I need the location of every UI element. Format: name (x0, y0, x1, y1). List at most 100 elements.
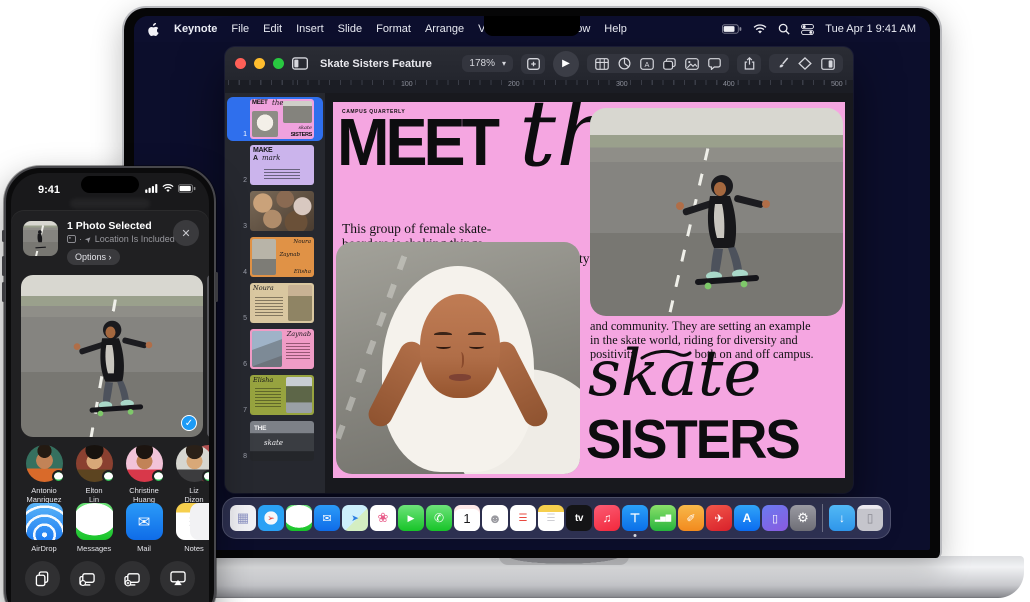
menu-item[interactable]: Insert (296, 23, 324, 35)
close-window-button[interactable] (235, 58, 246, 69)
slide-headline-sisters[interactable]: SISTERS (586, 412, 799, 467)
media-icon[interactable] (685, 58, 699, 70)
dock-app-icon[interactable]: ☻ (482, 505, 508, 531)
menu-item[interactable]: Arrange (425, 23, 464, 35)
slide-thumbnail-7[interactable]: 7 Elisha (225, 373, 325, 417)
dock-app-glyph: 1 (463, 511, 470, 526)
dock-app-icon[interactable]: ♫ (594, 505, 620, 531)
apple-logo-icon[interactable] (148, 22, 160, 36)
share-contact[interactable]: ChristineHuang (123, 445, 165, 505)
menu-item[interactable]: Help (604, 23, 627, 35)
share-app[interactable]: Messages (73, 503, 115, 553)
dock-app-icon[interactable]: ➢ (258, 505, 284, 531)
insert-toolbar-group: A (587, 54, 729, 73)
slide-1-editor[interactable]: CAMPUS QUARTERLY MEET the This group of … (333, 102, 845, 478)
dock-app-icon[interactable]: ✐ (678, 505, 704, 531)
document-icon[interactable] (821, 58, 835, 70)
zoom-level-control[interactable]: 178% ▾ (462, 55, 513, 72)
menu-app-name[interactable]: Keynote (174, 23, 217, 35)
slide-headline-skate[interactable]: skate (588, 342, 761, 406)
dock-app-icon[interactable] (286, 505, 312, 531)
slide-thumbnail-2[interactable]: 2 MAKE A mark (225, 143, 325, 187)
macos-desktop: Keynote File Edit Insert Slide Format Arrange… (134, 16, 930, 550)
window-titlebar: Skate Sisters Feature 178% ▾ ▶ A (225, 47, 853, 80)
share-contact[interactable]: EltonLin (73, 445, 115, 505)
slide-thumbnail-3[interactable]: 3 (225, 189, 325, 233)
battery-icon[interactable] (722, 24, 742, 34)
text-box-icon[interactable]: A (640, 58, 654, 70)
dock-app-icon[interactable]: ✉ (314, 505, 340, 531)
menu-item[interactable]: Slide (338, 23, 362, 35)
zoom-window-button[interactable] (273, 58, 284, 69)
thumb-text: Elisha (294, 269, 311, 275)
dock-app-icon[interactable]: ▶ (398, 505, 424, 531)
slide-photo-skater[interactable] (590, 108, 843, 316)
dock-tray-icon[interactable]: ↓ (829, 505, 855, 531)
selected-photo[interactable]: ✓ (21, 275, 203, 437)
menu-clock[interactable]: Tue Apr 1 9:41 AM (825, 23, 916, 35)
view-sidebar-icon[interactable] (292, 57, 308, 70)
control-center-icon[interactable] (801, 24, 814, 35)
battery-icon (178, 184, 196, 196)
dock-app-icon[interactable]: ☰ (538, 505, 564, 531)
slide-thumbnail-5[interactable]: 5 Noura (225, 281, 325, 325)
dock-app-icon[interactable]: ▯ (762, 505, 788, 531)
next-photo-edge[interactable] (207, 275, 209, 437)
keynote-window: Skate Sisters Feature 178% ▾ ▶ A (225, 47, 853, 493)
airplay-button[interactable] (160, 561, 195, 596)
search-icon[interactable] (778, 23, 790, 35)
dock-app-glyph: ▂▅▇ (655, 514, 671, 522)
dock-tray-icon[interactable]: ▯ (857, 505, 883, 531)
dock-app-glyph: ☰ (547, 513, 556, 524)
macbook-screen: Keynote File Edit Insert Slide Format Arrange… (122, 6, 942, 558)
slide-headline-meet[interactable]: MEET (337, 110, 496, 177)
slide-thumbnail-8[interactable]: 8 THE skate (225, 419, 325, 463)
save-to-files-button[interactable] (70, 561, 105, 596)
dock-app-icon[interactable]: ➤ (342, 505, 368, 531)
dock-app-icon[interactable]: tv (566, 505, 592, 531)
dock-app-glyph: ⊤ (630, 511, 640, 525)
format-brush-icon[interactable] (777, 57, 789, 70)
slide-thumbnail-4[interactable]: 4 Noura Zaynab Elisha (225, 235, 325, 279)
play-button[interactable]: ▶ (553, 51, 579, 77)
dock-app-icon[interactable]: ✈ (706, 505, 732, 531)
chart-icon[interactable] (618, 57, 631, 70)
copy-button[interactable] (25, 561, 60, 596)
dock-app-icon[interactable]: ⚙ (790, 505, 816, 531)
minimize-window-button[interactable] (254, 58, 265, 69)
slide-navigator[interactable]: 1 MEET the skate SISTERS 2 (225, 93, 325, 493)
share-app[interactable]: AirDrop (23, 503, 65, 553)
share-contact[interactable]: AntonioManriquez (23, 445, 65, 505)
share-app[interactable]: ✉Mail (123, 503, 165, 553)
share-icon[interactable] (737, 54, 761, 74)
dock-app-icon[interactable]: ⊤ (622, 505, 648, 531)
menu-item[interactable]: Format (376, 23, 411, 35)
animate-icon[interactable] (798, 57, 812, 70)
display-notch (484, 16, 580, 36)
slide-photo-portrait[interactable] (336, 242, 580, 474)
add-to-album-button[interactable] (115, 561, 150, 596)
slide-thumbnail-6[interactable]: 6 Zaynab (225, 327, 325, 371)
dock-app-icon[interactable]: A (734, 505, 760, 531)
add-slide-button[interactable] (521, 54, 545, 74)
shape-icon[interactable] (663, 58, 676, 70)
comment-icon[interactable] (708, 58, 721, 70)
slide-thumbnail-1[interactable]: 1 MEET the skate SISTERS (227, 97, 323, 141)
menu-item[interactable]: Edit (263, 23, 282, 35)
table-icon[interactable] (595, 58, 609, 70)
location-included-label: Location Is Included (95, 234, 175, 244)
menu-item[interactable]: File (231, 23, 249, 35)
dock-tray: ↓▯ (829, 505, 883, 531)
dock-app-icon[interactable]: ❀ (370, 505, 396, 531)
dock-app-icon[interactable]: ▦ (230, 505, 256, 531)
share-contact[interactable]: LizDizon (173, 445, 209, 505)
wifi-icon[interactable] (753, 24, 767, 35)
dock-app-icon[interactable]: ☰ (510, 505, 536, 531)
dock-app-icon[interactable]: 1 (454, 505, 480, 531)
dock-app-icon[interactable]: ▂▅▇ (650, 505, 676, 531)
slide-canvas[interactable]: CAMPUS QUARTERLY MEET the This group of … (325, 93, 853, 493)
options-button[interactable]: Options › (67, 249, 120, 265)
close-icon[interactable]: ✕ (173, 220, 199, 246)
thumb-text: mark (262, 154, 280, 162)
dock-app-icon[interactable]: ✆ (426, 505, 452, 531)
